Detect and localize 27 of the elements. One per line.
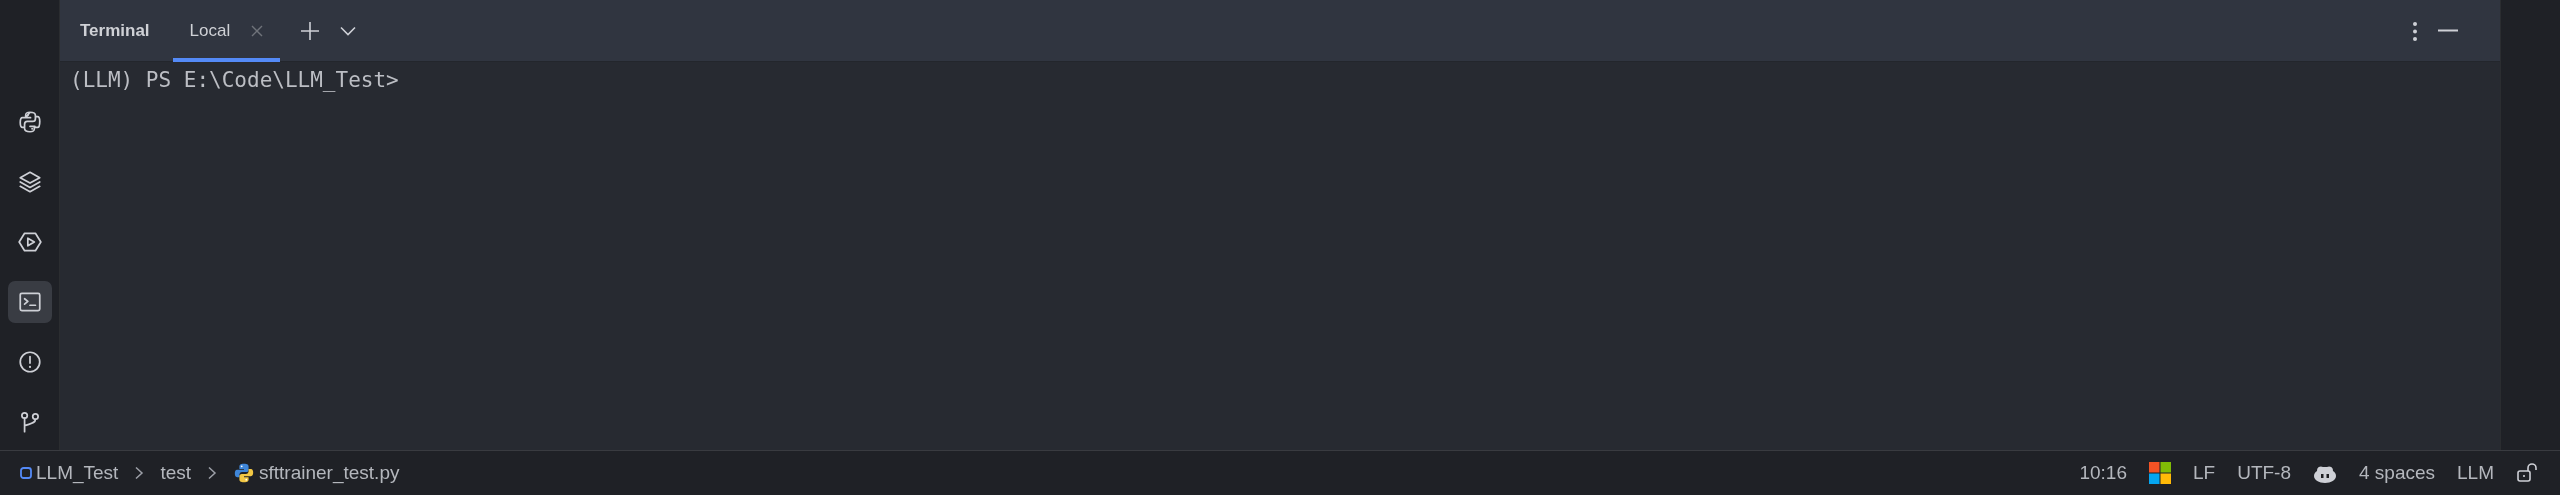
more-icon[interactable] bbox=[2412, 20, 2418, 41]
chevron-right-icon bbox=[134, 466, 145, 480]
status-item[interactable]: UTF-8 bbox=[2237, 462, 2291, 484]
status-item[interactable]: LLM bbox=[2457, 462, 2494, 484]
warning-icon bbox=[16, 349, 43, 375]
run-icon bbox=[16, 229, 43, 255]
status-item[interactable]: 4 spaces bbox=[2359, 462, 2436, 484]
chevron-right-icon bbox=[207, 466, 217, 480]
add-icon[interactable] bbox=[300, 20, 321, 41]
chevron-down-icon[interactable] bbox=[340, 25, 357, 36]
status-item[interactable]: LF bbox=[2192, 462, 2216, 484]
terminal-tab[interactable]: Local bbox=[172, 0, 281, 62]
breadcrumb-item[interactable]: sfttrainer_test.py bbox=[259, 462, 400, 484]
module-icon bbox=[20, 467, 32, 479]
python-file-icon bbox=[233, 462, 255, 484]
python-icon bbox=[16, 109, 43, 135]
tool-window-title: Terminal bbox=[80, 20, 150, 41]
layers-icon bbox=[16, 169, 43, 195]
tool-window-button[interactable] bbox=[7, 281, 52, 323]
terminal-prompt: (LLM) PS E:\Code\LLM_Test> bbox=[70, 68, 400, 92]
breadcrumb-item[interactable]: test bbox=[160, 462, 191, 484]
breadcrumb-item[interactable]: LLM_Test bbox=[36, 462, 119, 484]
status-item[interactable]: 10:16 bbox=[2079, 462, 2127, 484]
windows-logo-icon[interactable] bbox=[2148, 462, 2171, 484]
close-icon[interactable] bbox=[250, 23, 265, 38]
terminal-icon bbox=[16, 289, 43, 315]
unlocked-lock-icon[interactable] bbox=[2516, 462, 2538, 484]
